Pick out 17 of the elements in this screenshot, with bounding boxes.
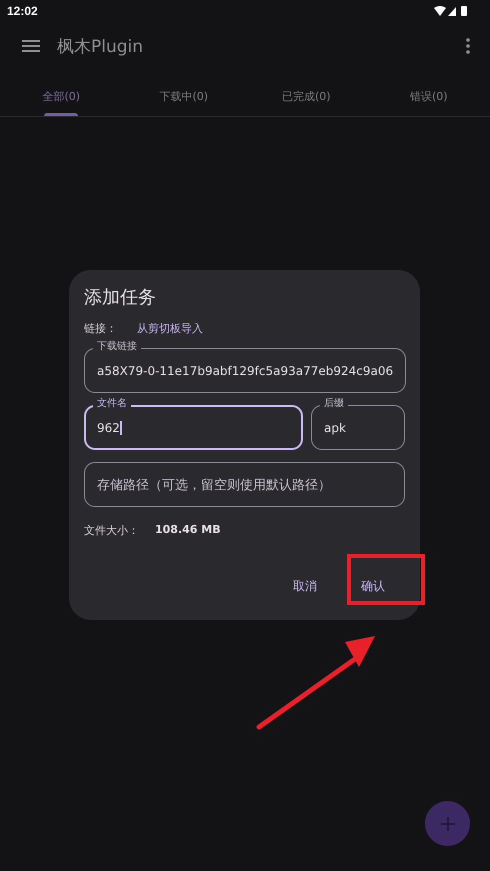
plus-icon: [440, 816, 454, 830]
dialog-button[interactable]: 取消: [293, 576, 317, 596]
dialog-title: 添加任务: [84, 287, 157, 309]
tab[interactable]: 全部(0): [0, 76, 122, 116]
size-label: 文件大小：: [84, 523, 139, 538]
tab[interactable]: 错误(0): [368, 76, 490, 116]
tab[interactable]: 已完成(0): [245, 76, 368, 116]
menu-icon[interactable]: [22, 39, 40, 53]
size-value: 108.46 MB: [155, 523, 221, 538]
import-link[interactable]: 从剪切板导入: [137, 321, 203, 336]
app-title: 枫木Plugin: [57, 36, 144, 58]
input-field[interactable]: 存储路径（可选，留空则使用默认路径）: [84, 462, 405, 507]
link-label: 链接：: [84, 321, 117, 336]
tab[interactable]: 下载中(0): [122, 76, 245, 116]
more-options-icon[interactable]: [466, 38, 470, 54]
status-time: 12:02: [7, 4, 38, 18]
dialog-button[interactable]: 确认: [361, 576, 385, 596]
